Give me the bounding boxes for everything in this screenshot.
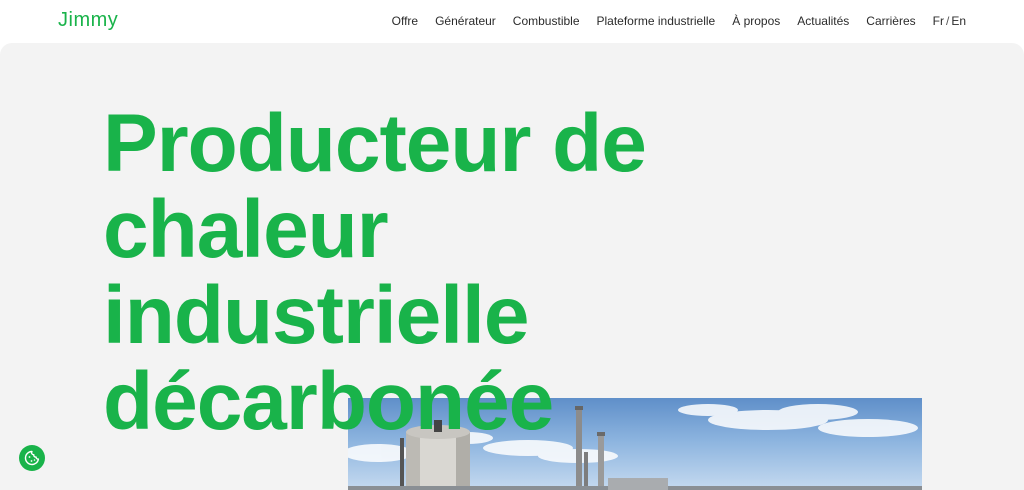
- nav-combustible[interactable]: Combustible: [513, 14, 580, 28]
- lang-en[interactable]: En: [951, 14, 966, 28]
- site-header: Jimmy Offre Générateur Combustible Plate…: [0, 0, 1024, 43]
- nav-generateur[interactable]: Générateur: [435, 14, 496, 28]
- nav-a-propos[interactable]: À propos: [732, 14, 780, 28]
- nav-offre[interactable]: Offre: [392, 14, 418, 28]
- lang-fr[interactable]: Fr: [933, 14, 944, 28]
- nav-carrieres[interactable]: Carrières: [866, 14, 915, 28]
- nav-plateforme-industrielle[interactable]: Plateforme industrielle: [597, 14, 716, 28]
- cookie-icon: [24, 450, 40, 466]
- language-switcher: Fr / En: [933, 14, 966, 28]
- headline-line-3: industrielle: [103, 270, 529, 361]
- headline-line-2: chaleur: [103, 184, 389, 275]
- cookie-settings-button[interactable]: [19, 445, 45, 471]
- nav-actualites[interactable]: Actualités: [797, 14, 849, 28]
- hero-headline: Producteur de chaleur industrielle décar…: [103, 101, 743, 445]
- logo[interactable]: Jimmy: [58, 9, 118, 32]
- headline-line-1: Producteur de: [103, 98, 647, 189]
- lang-separator: /: [945, 14, 950, 28]
- hero-section: Producteur de chaleur industrielle décar…: [0, 43, 1024, 490]
- main-nav: Offre Générateur Combustible Plateforme …: [375, 14, 966, 28]
- headline-line-4: décarbonée: [103, 356, 554, 447]
